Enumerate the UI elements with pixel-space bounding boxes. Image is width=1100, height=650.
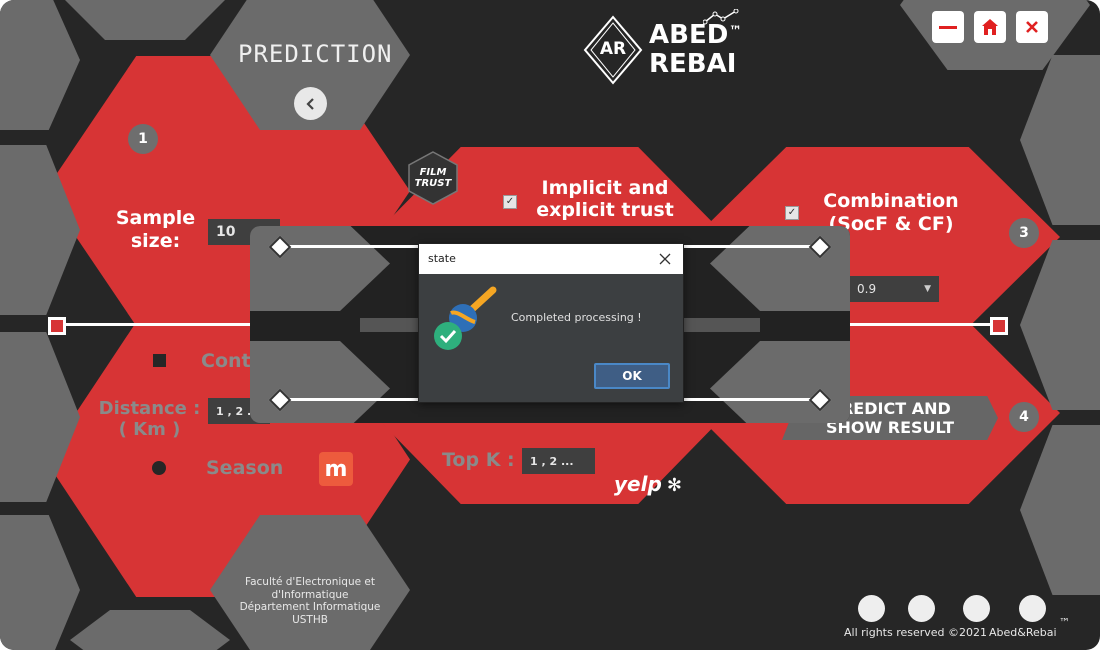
- social-circle[interactable]: [1019, 595, 1046, 622]
- rights-text: All rights reserved ©2021: [844, 626, 988, 639]
- combination-checkbox[interactable]: ✓: [785, 206, 799, 220]
- grey-hex: [0, 515, 80, 650]
- grey-hex: [0, 0, 80, 130]
- social-circle[interactable]: [858, 595, 885, 622]
- chevron-down-icon: ▼: [924, 284, 931, 294]
- trust-checkbox[interactable]: ✓: [503, 195, 517, 209]
- brand-chart-icon: [703, 9, 739, 25]
- university-line2: d'Informatique: [271, 588, 349, 601]
- university-line4: USTHB: [292, 613, 328, 626]
- close-icon: [1026, 21, 1038, 33]
- yelp-text: yelp: [614, 472, 662, 496]
- context-checkbox[interactable]: [153, 354, 166, 367]
- connector-node-left: [48, 317, 66, 335]
- step-badge-1: 1: [128, 124, 158, 154]
- dialog-ok-label: OK: [622, 369, 642, 383]
- minimize-icon: [939, 25, 957, 29]
- trust-label-line2: explicit trust: [536, 199, 674, 221]
- overlay-hex: [710, 226, 850, 311]
- sample-size-label: Sample size:: [115, 207, 196, 252]
- filmtrust-logo: FILM TRUST: [406, 151, 460, 205]
- university-line3: Département Informatique: [239, 601, 381, 613]
- brand-name-line2: REBAI: [649, 49, 737, 79]
- grey-hex: [1020, 425, 1100, 595]
- step-badge-3: 3: [1009, 218, 1039, 248]
- topk-input[interactable]: 1 , 2 ...: [522, 448, 595, 474]
- grey-hex: [65, 0, 225, 40]
- trust-label-line1: Implicit and: [541, 177, 669, 199]
- filmtrust-line2: TRUST: [414, 178, 452, 189]
- filmtrust-line1: FILM: [419, 167, 447, 178]
- combination-label-line1: Combination: [823, 190, 959, 212]
- distance-label-line1: Distance :: [98, 398, 201, 419]
- chevron-left-icon: [305, 97, 314, 110]
- university-info: Faculté d'Electronique et d'Informatique…: [222, 576, 398, 626]
- season-radio[interactable]: [152, 461, 166, 475]
- step-badge-4: 4: [1009, 402, 1039, 432]
- university-line1: Faculté d'Electronique et: [245, 576, 375, 588]
- dialog-ok-button[interactable]: OK: [594, 363, 670, 389]
- brand-tm: ™: [729, 24, 742, 39]
- minimize-button[interactable]: [932, 11, 964, 43]
- combination-select[interactable]: 0.9 ▼: [849, 276, 939, 302]
- topk-label: Top K :: [442, 449, 515, 471]
- brush-check-icon: [434, 286, 497, 350]
- overlay-hex: [250, 341, 390, 423]
- close-button[interactable]: [1016, 11, 1048, 43]
- yelp-logo: yelp ✻: [614, 472, 682, 496]
- context-label: Cont: [201, 350, 251, 372]
- state-dialog: state Completed processing ! OK: [418, 243, 684, 403]
- dialog-title: state: [428, 252, 456, 265]
- home-button[interactable]: [974, 11, 1006, 43]
- author-tm: ™: [1059, 616, 1070, 629]
- overlay-hex: [710, 341, 850, 423]
- grey-hex: [70, 610, 230, 650]
- close-icon: [659, 253, 671, 265]
- grey-hex: [1020, 240, 1100, 410]
- dialog-close-button[interactable]: [657, 251, 673, 267]
- prediction-title: PREDICTION: [238, 40, 393, 68]
- author-text: Abed&Rebai: [989, 626, 1057, 639]
- dialog-titlebar: state: [419, 244, 683, 274]
- meetup-letter: m: [324, 456, 348, 482]
- app-window: PREDICTION AR ABED REBAI ™ 1 3 4 Sample …: [0, 0, 1100, 650]
- yelp-burst-icon: ✻: [666, 475, 682, 496]
- dialog-message: Completed processing !: [511, 311, 642, 324]
- brand-logo-text: AR: [599, 39, 627, 59]
- back-button[interactable]: [294, 87, 327, 120]
- connector-node-right: [990, 317, 1008, 335]
- social-circle[interactable]: [963, 595, 990, 622]
- home-icon: [982, 19, 998, 35]
- meetup-logo: m: [319, 452, 353, 486]
- social-circle[interactable]: [908, 595, 935, 622]
- season-label: Season: [206, 457, 284, 479]
- grey-hex: [1020, 55, 1100, 225]
- overlay-hex: [250, 226, 390, 311]
- distance-label-line2: ( Km ): [118, 419, 181, 440]
- combination-select-value: 0.9: [857, 282, 877, 296]
- brand-logo: AR: [583, 15, 643, 85]
